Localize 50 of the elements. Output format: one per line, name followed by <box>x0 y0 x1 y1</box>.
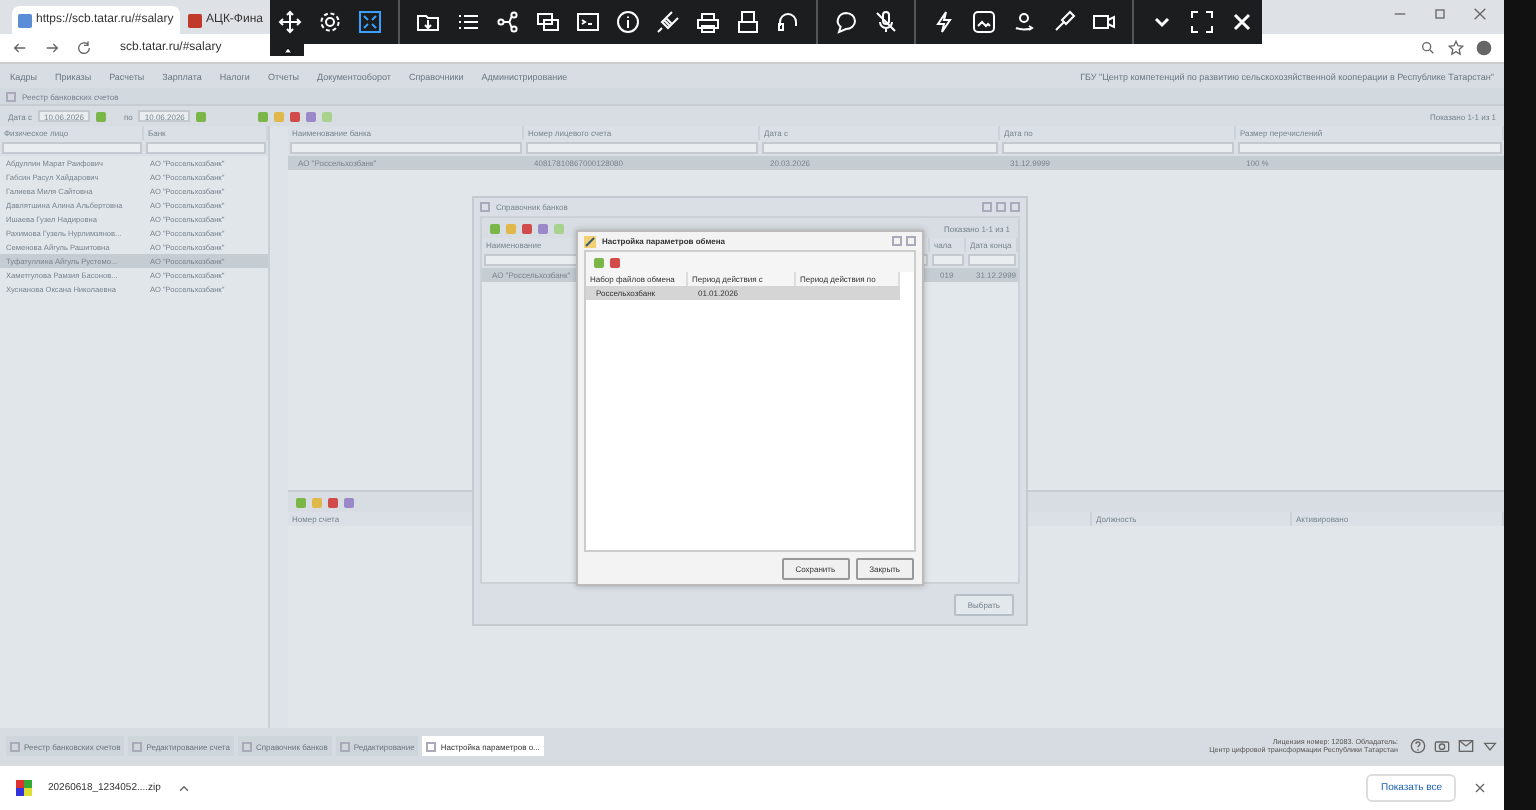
add-icon[interactable] <box>594 257 604 267</box>
video-camera-icon[interactable] <box>1092 10 1116 34</box>
image-icon[interactable] <box>972 10 996 34</box>
profile-icon[interactable] <box>1476 40 1492 56</box>
export-icon[interactable] <box>538 223 548 233</box>
filter-field[interactable] <box>526 142 758 154</box>
edit-icon <box>584 235 596 247</box>
filter-field[interactable] <box>968 254 1016 266</box>
camera-icon[interactable] <box>1434 738 1450 754</box>
usb-icon[interactable] <box>736 10 760 34</box>
forward-icon[interactable] <box>44 40 60 56</box>
mail-icon[interactable] <box>1458 738 1474 754</box>
export-icon[interactable] <box>344 497 354 507</box>
back-icon[interactable] <box>12 40 28 56</box>
reload-icon[interactable] <box>76 40 92 56</box>
terminal-icon[interactable] <box>576 10 600 34</box>
chevron-up-icon[interactable] <box>176 780 193 796</box>
delete-icon[interactable] <box>290 111 301 121</box>
delete-icon[interactable] <box>610 257 620 267</box>
zoom-icon[interactable] <box>1420 40 1436 56</box>
mic-off-icon[interactable] <box>874 10 898 34</box>
star-icon[interactable] <box>1448 40 1464 56</box>
filter-field[interactable] <box>762 142 998 154</box>
chat-icon[interactable] <box>834 10 858 34</box>
fullscreen-icon[interactable] <box>1190 10 1214 34</box>
site-icon <box>18 13 32 27</box>
export-icon[interactable] <box>306 111 317 121</box>
share-icon[interactable] <box>496 10 520 34</box>
list-icon[interactable] <box>456 10 480 34</box>
archive-icon <box>16 780 32 796</box>
delete-icon[interactable] <box>522 223 532 233</box>
filter-field[interactable] <box>2 142 142 154</box>
help-icon[interactable] <box>1410 738 1426 754</box>
filter-field[interactable] <box>932 254 964 266</box>
restore-icon[interactable] <box>1432 5 1448 21</box>
filter-field[interactable] <box>290 142 522 154</box>
filter-field[interactable] <box>146 142 266 154</box>
site-icon <box>188 13 202 27</box>
monitors-icon[interactable] <box>536 10 560 34</box>
fit-screen-icon[interactable] <box>358 10 382 34</box>
info-icon[interactable] <box>616 10 640 34</box>
settings-icon[interactable] <box>318 10 342 34</box>
lightning-icon[interactable] <box>932 10 956 34</box>
dropdown-icon[interactable] <box>1482 738 1498 754</box>
printer-icon[interactable] <box>696 10 720 34</box>
delete-icon[interactable] <box>328 497 338 507</box>
move-icon[interactable] <box>278 10 302 34</box>
filter-field[interactable] <box>1238 142 1502 154</box>
folder-icon[interactable] <box>416 10 440 34</box>
filter-field[interactable] <box>1002 142 1234 154</box>
